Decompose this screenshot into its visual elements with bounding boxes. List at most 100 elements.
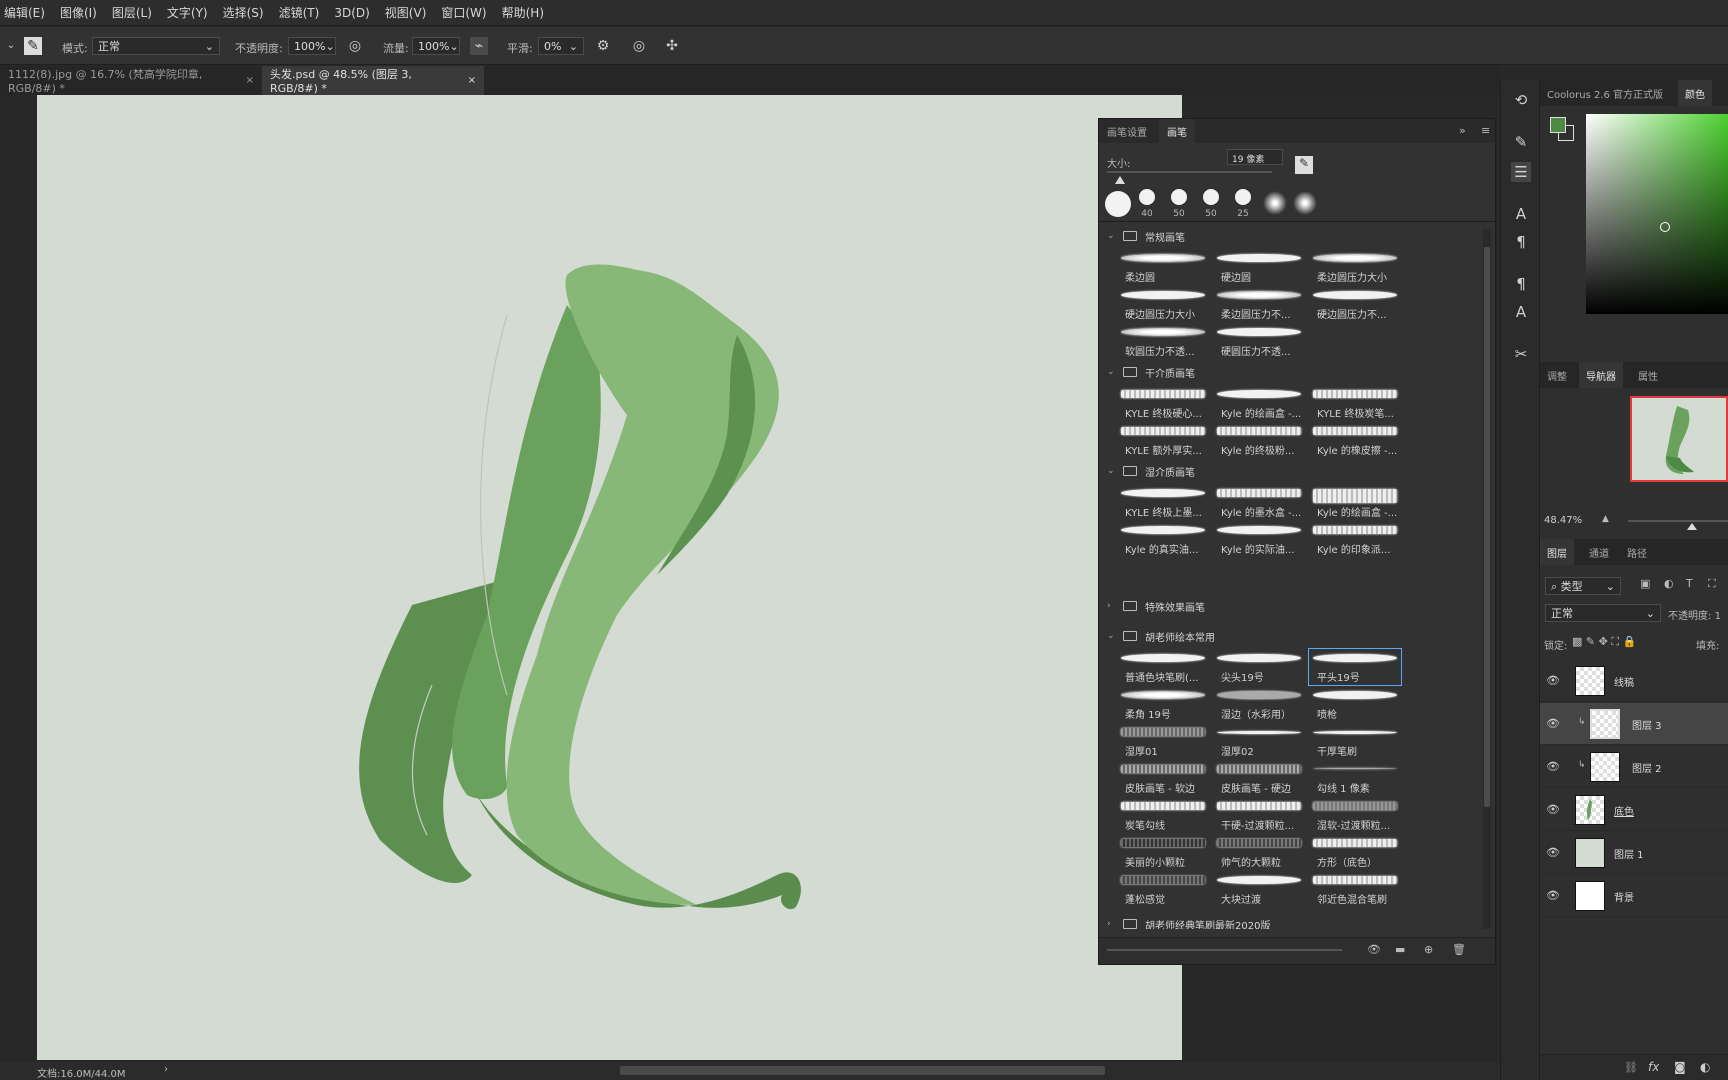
- brush-item[interactable]: 柔边圆压力不...: [1213, 286, 1305, 322]
- menu-filter[interactable]: 滤镜(T): [279, 4, 320, 21]
- adjustment-layer-icon[interactable]: ◐: [1700, 1060, 1710, 1074]
- paragraph-icon[interactable]: ¶: [1511, 232, 1531, 252]
- close-icon[interactable]: ×: [468, 75, 476, 86]
- opacity-field[interactable]: 100% ⌄: [288, 37, 336, 55]
- brush-item[interactable]: 帅气的大颗粒: [1213, 834, 1305, 870]
- brush-settings-icon[interactable]: ✎: [1511, 132, 1531, 152]
- brush-item[interactable]: KYLE 额外厚实...: [1117, 422, 1209, 458]
- zoom-slider-thumb[interactable]: [1687, 523, 1697, 530]
- close-icon[interactable]: ×: [246, 75, 254, 86]
- mask-icon[interactable]: ◙: [1674, 1060, 1686, 1074]
- group-teacher-hu-brushes[interactable]: ⌄ 胡老师绘本常用: [1107, 625, 1215, 647]
- eye-icon[interactable]: 👁: [1546, 889, 1560, 903]
- zoom-slider[interactable]: [1628, 520, 1728, 522]
- folder-icon[interactable]: ▬: [1395, 943, 1405, 956]
- group-teacher-hu-2020[interactable]: › 胡老师经典笔刷最新2020版: [1107, 919, 1270, 929]
- brush-item[interactable]: 美丽的小颗粒: [1117, 834, 1209, 870]
- tab-document-2[interactable]: 头发.psd @ 48.5% (图层 3, RGB/8#) * ×: [262, 66, 484, 95]
- brush-item[interactable]: Kyle 的绘画盒 -...: [1309, 484, 1401, 520]
- brush-item[interactable]: 方形（底色）: [1309, 834, 1401, 870]
- tip-round[interactable]: [1103, 189, 1131, 219]
- brush-preset-icon[interactable]: ✎: [24, 37, 42, 55]
- brush-item[interactable]: 尖头19号: [1213, 649, 1305, 685]
- brush-item[interactable]: 炭笔勾线: [1117, 797, 1209, 833]
- tab-color[interactable]: 颜色: [1678, 80, 1712, 106]
- layer-row[interactable]: 👁 ↳ 图层 2: [1540, 746, 1728, 788]
- menu-window[interactable]: 窗口(W): [441, 4, 486, 21]
- foreground-color-swatch[interactable]: [1550, 117, 1566, 133]
- layer-row[interactable]: 👁 背景: [1540, 875, 1728, 917]
- preview-size-slider[interactable]: [1107, 949, 1342, 951]
- panel-menu-icon[interactable]: ≡: [1481, 124, 1490, 137]
- tip-2[interactable]: 50: [1165, 187, 1193, 219]
- brush-item[interactable]: KYLE 终极上墨...: [1117, 484, 1209, 520]
- group-regular-brushes[interactable]: ⌄ 常规画笔: [1107, 225, 1185, 247]
- eye-icon[interactable]: 👁: [1546, 846, 1560, 860]
- color-field[interactable]: [1586, 114, 1728, 314]
- horizontal-scrollbar[interactable]: [620, 1066, 1105, 1075]
- brush-item[interactable]: Kyle 的墨水盒 -...: [1213, 484, 1305, 520]
- gear-icon[interactable]: ⚙: [594, 37, 612, 55]
- zoom-out-icon[interactable]: ▲: [1602, 514, 1609, 524]
- tip-soft-1[interactable]: [1261, 189, 1289, 219]
- tab-brush-settings[interactable]: 画笔设置: [1099, 119, 1155, 143]
- paragraph-styles-icon[interactable]: ¶: [1511, 274, 1531, 294]
- tab-properties[interactable]: 属性: [1631, 362, 1665, 388]
- brush-item[interactable]: Kyle 的橡皮擦 -...: [1309, 422, 1401, 458]
- eye-icon[interactable]: 👁: [1546, 717, 1560, 731]
- link-icon[interactable]: ⛓: [1624, 1061, 1638, 1074]
- eye-icon[interactable]: 👁: [1546, 674, 1560, 688]
- brush-item[interactable]: KYLE 终极硬心...: [1117, 385, 1209, 421]
- brush-item[interactable]: 湿厚01: [1117, 723, 1209, 759]
- blend-mode-select[interactable]: 正常 ⌄: [1545, 604, 1661, 622]
- tip-3[interactable]: 50: [1197, 187, 1225, 219]
- new-brush-icon[interactable]: ⊕: [1424, 943, 1433, 956]
- collapse-icon[interactable]: »: [1459, 124, 1466, 137]
- group-special-effects-brushes[interactable]: › 特殊效果画笔: [1107, 595, 1205, 617]
- layer-row-selected[interactable]: 👁 ↳ 图层 3: [1540, 703, 1728, 745]
- tip-1[interactable]: 40: [1133, 187, 1161, 219]
- eye-icon[interactable]: 👁: [1546, 760, 1560, 774]
- brush-item[interactable]: 干厚笔刷: [1309, 723, 1401, 759]
- layer-row[interactable]: 👁 底色: [1540, 789, 1728, 831]
- flow-field[interactable]: 100% ⌄: [412, 37, 460, 55]
- brush-item[interactable]: 大块过渡: [1213, 871, 1305, 907]
- tab-adjustments[interactable]: 调整: [1540, 362, 1574, 388]
- brush-item[interactable]: 蓬松感觉: [1117, 871, 1209, 907]
- layer-row[interactable]: 👁 图层 1: [1540, 832, 1728, 874]
- eye-toggle-icon[interactable]: 👁: [1367, 943, 1381, 956]
- brush-item[interactable]: 软圆压力不透...: [1117, 323, 1209, 359]
- tool-presets-icon[interactable]: ✂: [1511, 344, 1531, 364]
- smooth-field[interactable]: 0% ⌄: [538, 37, 584, 55]
- brush-item[interactable]: Kyle 的真实油...: [1117, 521, 1209, 557]
- brush-item[interactable]: 柔角 19号: [1117, 686, 1209, 722]
- brush-item[interactable]: Kyle 的印象派...: [1309, 521, 1401, 557]
- menu-help[interactable]: 帮助(H): [502, 4, 544, 21]
- pressure-size-icon[interactable]: ◎: [630, 37, 648, 55]
- brush-item[interactable]: 邻近色混合笔刷: [1309, 871, 1401, 907]
- layer-filter-select[interactable]: ⌕ 类型 ⌄: [1545, 577, 1621, 595]
- filter-pixel-icon[interactable]: ▣: [1640, 577, 1650, 590]
- lock-icons[interactable]: ▩ ✎ ✥ ⛶ 🔒: [1572, 635, 1636, 649]
- menu-type[interactable]: 文字(Y): [167, 4, 208, 21]
- tab-brushes[interactable]: 画笔: [1159, 119, 1195, 143]
- brush-item[interactable]: 硬边圆压力不...: [1309, 286, 1401, 322]
- brush-item[interactable]: Kyle 的实际油...: [1213, 521, 1305, 557]
- tip-4[interactable]: 25: [1229, 187, 1257, 219]
- filter-shape-icon[interactable]: ⛶: [1708, 577, 1716, 591]
- brush-item[interactable]: 硬圆压力不透...: [1213, 323, 1305, 359]
- tab-channels[interactable]: 通道: [1582, 539, 1616, 565]
- brush-item[interactable]: Kyle 的终极粉...: [1213, 422, 1305, 458]
- eye-icon[interactable]: 👁: [1546, 803, 1560, 817]
- layer-row[interactable]: 👁 线稿: [1540, 660, 1728, 702]
- brush-item[interactable]: 柔边圆: [1117, 249, 1209, 285]
- brush-item[interactable]: 湿软-过渡颗粒...: [1309, 797, 1401, 833]
- brush-item[interactable]: 硬边圆: [1213, 249, 1305, 285]
- tab-document-1[interactable]: 1112(8).jpg @ 16.7% (梵高学院印章, RGB/8#) * ×: [0, 66, 262, 95]
- group-dry-media-brushes[interactable]: ⌄ 干介质画笔: [1107, 361, 1195, 383]
- filter-adjustment-icon[interactable]: ◐: [1664, 577, 1674, 590]
- brushes-icon[interactable]: ☰: [1511, 162, 1531, 182]
- airbrush-icon[interactable]: ⌁: [470, 37, 488, 55]
- character-icon[interactable]: A: [1511, 204, 1531, 224]
- brush-item[interactable]: KYLE 终极炭笔...: [1309, 385, 1401, 421]
